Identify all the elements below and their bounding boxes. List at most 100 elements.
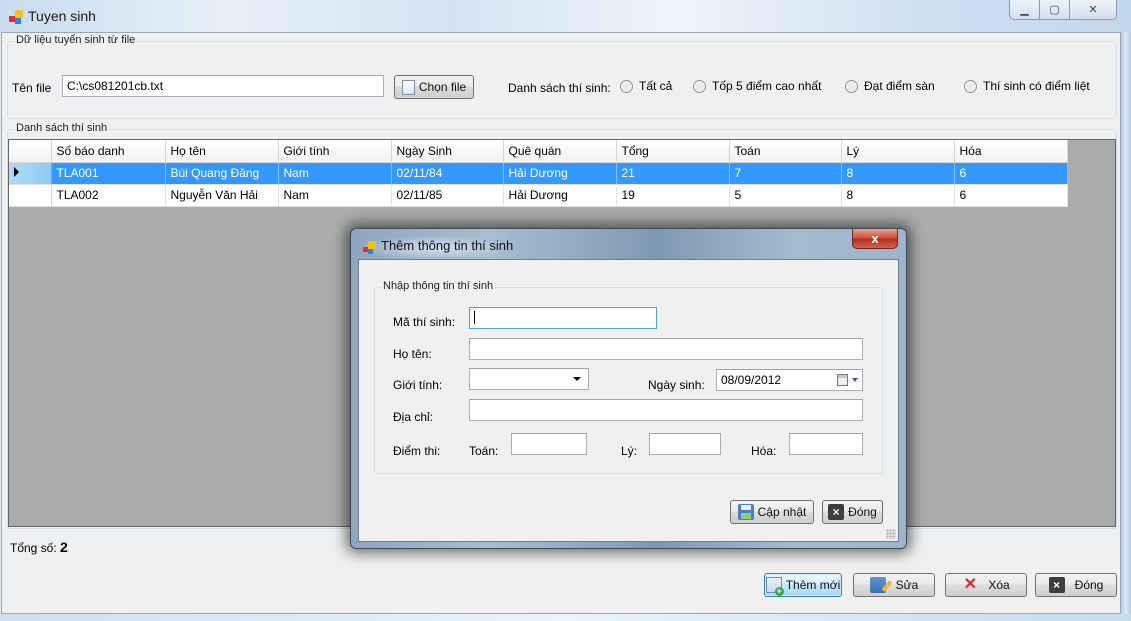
close-box-icon: × — [828, 504, 845, 520]
text-cursor — [474, 311, 475, 324]
maximize-button[interactable]: ▢ — [1040, 0, 1070, 19]
table-cell[interactable]: 02/11/84 — [391, 162, 504, 185]
grid-header-row: Số báo danh Họ tên Giới tính Ngày Sinh Q… — [9, 140, 1068, 163]
address-input[interactable] — [469, 399, 863, 421]
minimize-icon: ▁ — [1020, 4, 1029, 16]
table-cell[interactable]: TLA001 — [51, 162, 166, 185]
filter-all-label: Tất cả — [639, 79, 673, 93]
table-cell[interactable]: 5 — [729, 184, 842, 207]
choose-file-label: Chọn file — [418, 80, 467, 94]
radio-dot — [620, 79, 633, 93]
column-header[interactable]: Họ tên — [165, 140, 279, 163]
file-name-input[interactable]: C:\cs081201cb.txt — [62, 75, 384, 97]
column-header[interactable]: Hóa — [954, 140, 1068, 163]
filter-pass-radio[interactable]: Đạt điểm sàn — [845, 79, 935, 93]
dialog-close-button[interactable]: x — [852, 229, 898, 249]
open-file-icon — [401, 79, 415, 95]
full-name-label: Họ tên: — [393, 347, 432, 361]
table-cell[interactable]: Hải Dương — [503, 162, 617, 185]
edit-button[interactable]: Sửa — [853, 573, 935, 597]
row-header[interactable] — [9, 162, 52, 185]
column-header[interactable]: Ngày Sinh — [391, 140, 504, 163]
calendar-icon — [837, 374, 848, 386]
delete-x-icon: ✕ — [963, 576, 978, 593]
dialog-body: Nhập thông tin thí sinh Mã thí sinh: Họ … — [358, 259, 899, 542]
edit-label: Sửa — [895, 578, 919, 592]
add-new-label: Thêm mới — [785, 578, 841, 592]
birth-date-value: 08/09/2012 — [721, 373, 782, 387]
filter-failing-score-radio[interactable]: Thí sinh có điểm liệt — [964, 79, 1090, 93]
add-new-button[interactable]: Thêm mới — [764, 573, 842, 597]
table-cell[interactable]: Nam — [278, 162, 392, 185]
table-row[interactable]: TLA002 Nguyễn Văn Hải Nam 02/11/85 Hải D… — [9, 184, 1068, 207]
physics-label: Lý: — [621, 444, 638, 458]
filter-top5-radio[interactable]: Tốp 5 điểm cao nhất — [693, 79, 821, 93]
update-label: Cập nhật — [757, 505, 807, 519]
column-header[interactable]: Tổng — [616, 140, 730, 163]
column-header[interactable]: Quê quán — [503, 140, 617, 163]
birth-date-picker[interactable]: 08/09/2012 — [716, 369, 863, 391]
window-titlebar[interactable]: Tuyen sinh ▁ ▢ ✕ — [0, 0, 1131, 32]
window-frame-bottom — [0, 614, 1131, 621]
filter-failing-score-label: Thí sinh có điểm liệt — [983, 79, 1090, 93]
table-cell[interactable]: TLA002 — [51, 184, 166, 207]
delete-label: Xóa — [988, 578, 1010, 592]
update-button[interactable]: Cập nhật — [730, 500, 814, 524]
column-header[interactable]: Lý — [841, 140, 955, 163]
dialog-close-action-button[interactable]: × Đóng — [822, 500, 883, 524]
table-cell[interactable]: 19 — [616, 184, 730, 207]
close-window-button[interactable]: ✕ — [1070, 0, 1116, 19]
math-label: Toán: — [469, 444, 499, 458]
gender-select[interactable] — [469, 368, 589, 390]
student-id-label: Mã thí sinh: — [393, 315, 456, 329]
table-cell[interactable]: Bùi Quang Đăng — [165, 162, 279, 185]
app-icon — [9, 10, 23, 24]
column-header[interactable]: Toán — [729, 140, 842, 163]
row-header-corner — [9, 140, 52, 163]
minimize-button[interactable]: ▁ — [1010, 0, 1040, 19]
table-cell[interactable]: 21 — [616, 162, 730, 185]
dialog-title: Thêm thông tin thí sinh — [381, 238, 514, 253]
close-icon: x — [871, 231, 879, 246]
filter-top5-label: Tốp 5 điểm cao nhất — [712, 79, 822, 93]
table-cell[interactable]: 02/11/85 — [391, 184, 504, 207]
candidate-list-legend: Danh sách thí sinh — [14, 122, 110, 134]
table-cell[interactable]: Nam — [278, 184, 392, 207]
window-controls: ▁ ▢ ✕ — [1009, 0, 1117, 20]
delete-button[interactable]: ✕ Xóa — [945, 573, 1027, 597]
file-name-label: Tên file — [12, 81, 52, 95]
physics-score-input[interactable] — [649, 433, 721, 455]
chemistry-score-input[interactable] — [789, 433, 863, 455]
table-cell[interactable]: 6 — [954, 184, 1068, 207]
row-header[interactable] — [9, 184, 52, 207]
column-header[interactable]: Giới tính — [278, 140, 392, 163]
choose-file-button[interactable]: Chọn file — [394, 75, 474, 99]
address-label: Địa chỉ: — [393, 410, 434, 424]
table-cell[interactable]: 8 — [841, 162, 955, 185]
full-name-input[interactable] — [469, 338, 863, 360]
filter-pass-label: Đạt điểm sàn — [864, 79, 935, 93]
table-row[interactable]: TLA001 Bùi Quang Đăng Nam 02/11/84 Hải D… — [9, 162, 1068, 185]
table-cell[interactable]: 7 — [729, 162, 842, 185]
filter-all-radio[interactable]: Tất cả — [620, 79, 672, 93]
close-icon: ✕ — [1088, 4, 1098, 16]
add-record-icon — [765, 577, 784, 596]
student-id-input[interactable] — [469, 307, 657, 329]
math-score-input[interactable] — [511, 433, 587, 455]
table-cell[interactable]: Nguyễn Văn Hải — [165, 184, 279, 207]
save-icon — [737, 504, 754, 520]
table-cell[interactable]: 8 — [841, 184, 955, 207]
dialog-close-label: Đóng — [848, 505, 877, 519]
total-count: Tổng số: 2 — [10, 539, 68, 555]
table-cell[interactable]: Hải Dương — [503, 184, 617, 207]
chemistry-label: Hóa: — [751, 444, 777, 458]
column-header[interactable]: Số báo danh — [51, 140, 166, 163]
scores-label: Điểm thi: — [393, 444, 441, 458]
resize-grip[interactable] — [886, 529, 896, 539]
close-button[interactable]: × Đóng — [1035, 573, 1117, 597]
close-box-icon: × — [1048, 577, 1065, 593]
close-label: Đóng — [1074, 578, 1104, 592]
chevron-down-icon — [852, 378, 858, 382]
table-cell[interactable]: 6 — [954, 162, 1068, 185]
dialog-app-icon — [363, 241, 376, 254]
